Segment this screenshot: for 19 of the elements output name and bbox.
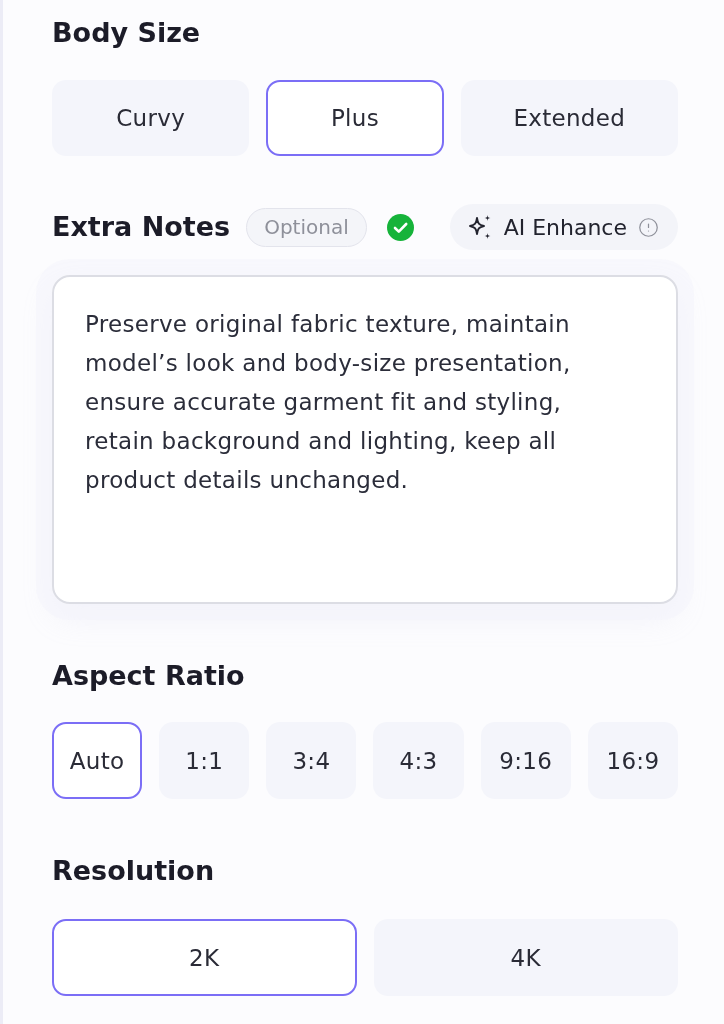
optional-badge: Optional <box>246 207 367 247</box>
alert-icon <box>638 216 659 238</box>
resolution-option[interactable]: 2K <box>52 919 357 996</box>
section-title: Extra Notes <box>52 210 231 244</box>
section-title: Resolution <box>52 854 216 888</box>
ai-enhance-button[interactable]: AI Enhance <box>449 204 678 250</box>
aspect-ratio-option[interactable]: 1:1 <box>159 722 250 799</box>
notes-field[interactable]: Preserve original fabric texture, maintain model’s look and body-size presentation, ensure accurate garment fit and styling, retain background and lighting, keep all product details unchanged. <box>52 275 678 604</box>
aspect-ratio-option[interactable]: 3:4 <box>266 722 357 799</box>
aspect-ratio-option[interactable]: Auto <box>52 722 143 799</box>
section-title: Aspect Ratio <box>52 659 246 693</box>
aspect-ratio-option[interactable]: 16:9 <box>587 722 678 799</box>
section-title: Body Size <box>52 16 202 50</box>
aspect-ratio-option[interactable]: 9:16 <box>480 722 571 799</box>
body-size-option[interactable]: Curvy <box>52 80 250 156</box>
body-size-option[interactable]: Extended <box>460 80 678 156</box>
aspect-ratio-option[interactable]: 4:3 <box>373 722 464 799</box>
resolution-option[interactable]: 4K <box>373 919 678 996</box>
body-size-option[interactable]: Plus <box>266 80 444 156</box>
